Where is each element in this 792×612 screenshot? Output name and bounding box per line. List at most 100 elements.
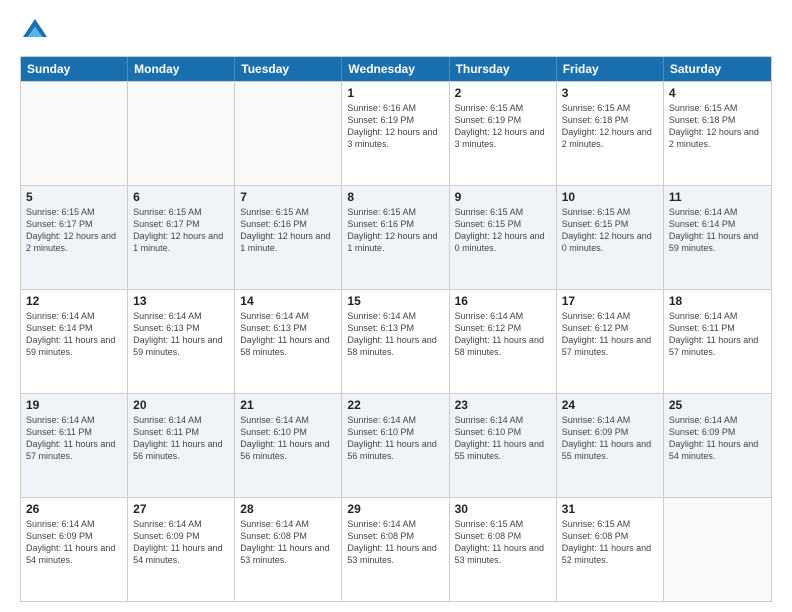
day-info: Sunrise: 6:14 AM Sunset: 6:12 PM Dayligh… [455, 310, 551, 359]
calendar-day-6: 6 Sunrise: 6:15 AM Sunset: 6:17 PM Daylig… [128, 186, 235, 289]
day-info: Sunrise: 6:15 AM Sunset: 6:19 PM Dayligh… [455, 102, 551, 151]
day-number: 17 [562, 294, 658, 308]
weekday-header: Sunday [21, 57, 128, 81]
calendar-row: 1 Sunrise: 6:16 AM Sunset: 6:19 PM Daylig… [21, 81, 771, 185]
day-number: 20 [133, 398, 229, 412]
calendar-day-13: 13 Sunrise: 6:14 AM Sunset: 6:13 PM Dayli… [128, 290, 235, 393]
calendar-day-10: 10 Sunrise: 6:15 AM Sunset: 6:15 PM Dayli… [557, 186, 664, 289]
day-number: 24 [562, 398, 658, 412]
day-number: 5 [26, 190, 122, 204]
calendar-day-11: 11 Sunrise: 6:14 AM Sunset: 6:14 PM Dayli… [664, 186, 771, 289]
day-info: Sunrise: 6:15 AM Sunset: 6:16 PM Dayligh… [347, 206, 443, 255]
day-info: Sunrise: 6:16 AM Sunset: 6:19 PM Dayligh… [347, 102, 443, 151]
day-info: Sunrise: 6:14 AM Sunset: 6:08 PM Dayligh… [240, 518, 336, 567]
calendar-day-18: 18 Sunrise: 6:14 AM Sunset: 6:11 PM Dayli… [664, 290, 771, 393]
day-number: 12 [26, 294, 122, 308]
calendar-day-17: 17Sunrise: 6:14 AM Sunset: 6:12 PM Dayli… [557, 290, 664, 393]
calendar-empty-cell [128, 82, 235, 185]
day-number: 14 [240, 294, 336, 308]
day-number: 1 [347, 86, 443, 100]
day-info: Sunrise: 6:14 AM Sunset: 6:13 PM Dayligh… [347, 310, 443, 359]
day-number: 10 [562, 190, 658, 204]
day-number: 18 [669, 294, 766, 308]
calendar-day-9: 9 Sunrise: 6:15 AM Sunset: 6:15 PM Daylig… [450, 186, 557, 289]
day-number: 19 [26, 398, 122, 412]
day-info: Sunrise: 6:14 AM Sunset: 6:14 PM Dayligh… [669, 206, 766, 255]
weekday-header: Saturday [664, 57, 771, 81]
day-number: 3 [562, 86, 658, 100]
day-number: 2 [455, 86, 551, 100]
day-info: Sunrise: 6:15 AM Sunset: 6:18 PM Dayligh… [669, 102, 766, 151]
calendar: SundayMondayTuesdayWednesdayThursdayFrid… [20, 56, 772, 602]
calendar-day-15: 15 Sunrise: 6:14 AM Sunset: 6:13 PM Dayli… [342, 290, 449, 393]
day-number: 13 [133, 294, 229, 308]
day-info: Sunrise: 6:15 AM Sunset: 6:17 PM Dayligh… [26, 206, 122, 255]
day-info: Sunrise: 6:15 AM Sunset: 6:16 PM Dayligh… [240, 206, 336, 255]
calendar-day-8: 8Sunrise: 6:15 AM Sunset: 6:16 PM Daylig… [342, 186, 449, 289]
day-info: Sunrise: 6:15 AM Sunset: 6:08 PM Dayligh… [455, 518, 551, 567]
day-number: 11 [669, 190, 766, 204]
day-info: Sunrise: 6:14 AM Sunset: 6:10 PM Dayligh… [240, 414, 336, 463]
day-number: 4 [669, 86, 766, 100]
calendar-day-20: 20 Sunrise: 6:14 AM Sunset: 6:11 PM Dayli… [128, 394, 235, 497]
calendar-row: 5 Sunrise: 6:15 AM Sunset: 6:17 PM Daylig… [21, 185, 771, 289]
day-info: Sunrise: 6:15 AM Sunset: 6:18 PM Dayligh… [562, 102, 658, 151]
day-info: Sunrise: 6:15 AM Sunset: 6:08 PM Dayligh… [562, 518, 658, 567]
day-info: Sunrise: 6:14 AM Sunset: 6:09 PM Dayligh… [26, 518, 122, 567]
weekday-header: Thursday [450, 57, 557, 81]
calendar-row: 12Sunrise: 6:14 AM Sunset: 6:14 PM Dayli… [21, 289, 771, 393]
day-number: 7 [240, 190, 336, 204]
day-info: Sunrise: 6:14 AM Sunset: 6:11 PM Dayligh… [133, 414, 229, 463]
calendar-day-27: 27Sunrise: 6:14 AM Sunset: 6:09 PM Dayli… [128, 498, 235, 601]
calendar-day-29: 29 Sunrise: 6:14 AM Sunset: 6:08 PM Dayli… [342, 498, 449, 601]
logo [20, 16, 54, 46]
calendar-day-2: 2 Sunrise: 6:15 AM Sunset: 6:19 PM Daylig… [450, 82, 557, 185]
day-info: Sunrise: 6:14 AM Sunset: 6:11 PM Dayligh… [26, 414, 122, 463]
day-number: 30 [455, 502, 551, 516]
day-info: Sunrise: 6:14 AM Sunset: 6:11 PM Dayligh… [669, 310, 766, 359]
day-number: 29 [347, 502, 443, 516]
day-info: Sunrise: 6:15 AM Sunset: 6:15 PM Dayligh… [562, 206, 658, 255]
day-info: Sunrise: 6:14 AM Sunset: 6:10 PM Dayligh… [455, 414, 551, 463]
calendar-day-22: 22Sunrise: 6:14 AM Sunset: 6:10 PM Dayli… [342, 394, 449, 497]
day-info: Sunrise: 6:14 AM Sunset: 6:13 PM Dayligh… [240, 310, 336, 359]
calendar-header: SundayMondayTuesdayWednesdayThursdayFrid… [21, 57, 771, 81]
calendar-day-19: 19 Sunrise: 6:14 AM Sunset: 6:11 PM Dayli… [21, 394, 128, 497]
logo-icon [20, 16, 50, 46]
day-number: 9 [455, 190, 551, 204]
calendar-day-4: 4 Sunrise: 6:15 AM Sunset: 6:18 PM Daylig… [664, 82, 771, 185]
day-number: 28 [240, 502, 336, 516]
day-info: Sunrise: 6:15 AM Sunset: 6:15 PM Dayligh… [455, 206, 551, 255]
calendar-day-5: 5 Sunrise: 6:15 AM Sunset: 6:17 PM Daylig… [21, 186, 128, 289]
calendar-day-1: 1 Sunrise: 6:16 AM Sunset: 6:19 PM Daylig… [342, 82, 449, 185]
weekday-header: Tuesday [235, 57, 342, 81]
day-number: 23 [455, 398, 551, 412]
day-info: Sunrise: 6:14 AM Sunset: 6:13 PM Dayligh… [133, 310, 229, 359]
day-number: 15 [347, 294, 443, 308]
calendar-day-12: 12Sunrise: 6:14 AM Sunset: 6:14 PM Dayli… [21, 290, 128, 393]
calendar-day-16: 16Sunrise: 6:14 AM Sunset: 6:12 PM Dayli… [450, 290, 557, 393]
weekday-header: Wednesday [342, 57, 449, 81]
calendar-day-26: 26Sunrise: 6:14 AM Sunset: 6:09 PM Dayli… [21, 498, 128, 601]
calendar-day-25: 25 Sunrise: 6:14 AM Sunset: 6:09 PM Dayli… [664, 394, 771, 497]
calendar-row: 19 Sunrise: 6:14 AM Sunset: 6:11 PM Dayli… [21, 393, 771, 497]
calendar-day-7: 7 Sunrise: 6:15 AM Sunset: 6:16 PM Daylig… [235, 186, 342, 289]
calendar-day-24: 24 Sunrise: 6:14 AM Sunset: 6:09 PM Dayli… [557, 394, 664, 497]
page-header [20, 16, 772, 46]
day-info: Sunrise: 6:14 AM Sunset: 6:09 PM Dayligh… [669, 414, 766, 463]
day-number: 21 [240, 398, 336, 412]
calendar-empty-cell [664, 498, 771, 601]
day-info: Sunrise: 6:15 AM Sunset: 6:17 PM Dayligh… [133, 206, 229, 255]
day-info: Sunrise: 6:14 AM Sunset: 6:08 PM Dayligh… [347, 518, 443, 567]
day-number: 22 [347, 398, 443, 412]
calendar-day-30: 30 Sunrise: 6:15 AM Sunset: 6:08 PM Dayli… [450, 498, 557, 601]
day-number: 25 [669, 398, 766, 412]
day-info: Sunrise: 6:14 AM Sunset: 6:09 PM Dayligh… [562, 414, 658, 463]
weekday-header: Monday [128, 57, 235, 81]
calendar-day-3: 3 Sunrise: 6:15 AM Sunset: 6:18 PM Daylig… [557, 82, 664, 185]
calendar-day-23: 23 Sunrise: 6:14 AM Sunset: 6:10 PM Dayli… [450, 394, 557, 497]
calendar-day-14: 14 Sunrise: 6:14 AM Sunset: 6:13 PM Dayli… [235, 290, 342, 393]
weekday-header: Friday [557, 57, 664, 81]
calendar-day-21: 21 Sunrise: 6:14 AM Sunset: 6:10 PM Dayli… [235, 394, 342, 497]
day-number: 6 [133, 190, 229, 204]
